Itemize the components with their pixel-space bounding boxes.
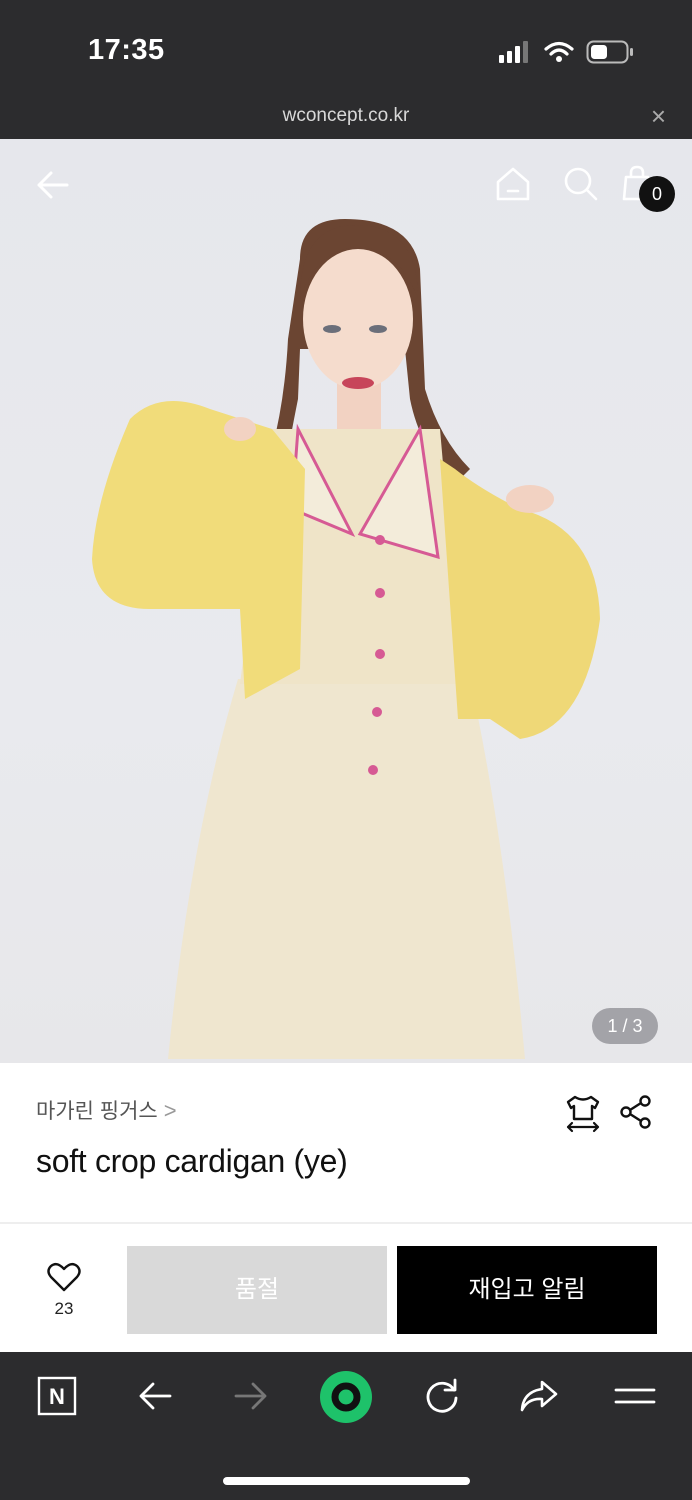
product-photo bbox=[92, 219, 600, 1059]
home-indicator bbox=[223, 1477, 470, 1485]
back-icon[interactable] bbox=[136, 1376, 174, 1416]
restock-alert-button[interactable]: 재입고 알림 bbox=[397, 1246, 657, 1334]
close-icon[interactable]: × bbox=[651, 101, 666, 132]
refresh-icon[interactable] bbox=[422, 1376, 462, 1416]
product-info: 마가린 핑거스 > soft crop cardigan (ye) bbox=[0, 1063, 692, 1223]
brand-name: 마가린 핑거스 bbox=[36, 1100, 158, 1123]
share-arrow-icon[interactable] bbox=[518, 1376, 560, 1416]
forward-icon[interactable] bbox=[232, 1376, 270, 1416]
svg-text:N: N bbox=[49, 1384, 65, 1409]
purchase-action-bar: 23 품절 재입고 알림 bbox=[0, 1224, 692, 1352]
status-icons bbox=[498, 40, 634, 64]
status-bar: 17:35 bbox=[0, 0, 692, 95]
cart-count-badge: 0 bbox=[639, 176, 675, 212]
chevron-right-icon: > bbox=[163, 1098, 177, 1123]
home-icon[interactable] bbox=[494, 165, 532, 203]
status-time: 17:35 bbox=[88, 34, 165, 66]
heart-icon bbox=[47, 1262, 81, 1292]
wifi-icon bbox=[544, 41, 574, 62]
hero-nav: 0 bbox=[0, 139, 692, 229]
soldout-button[interactable]: 품절 bbox=[127, 1246, 387, 1334]
battery-icon bbox=[586, 40, 633, 64]
url-text[interactable]: wconcept.co.kr bbox=[0, 105, 692, 127]
image-pager: 1 / 3 bbox=[592, 1008, 658, 1044]
product-name: soft crop cardigan (ye) bbox=[36, 1143, 348, 1179]
naver-home-icon[interactable]: N bbox=[37, 1376, 77, 1416]
product-image-carousel[interactable]: 0 1 / 3 bbox=[0, 139, 692, 1063]
green-dot-icon[interactable] bbox=[319, 1370, 373, 1424]
like-button[interactable]: 23 bbox=[38, 1262, 90, 1319]
search-icon[interactable] bbox=[562, 165, 600, 203]
back-arrow-icon[interactable] bbox=[33, 165, 73, 205]
brand-link[interactable]: 마가린 핑거스 > bbox=[36, 1095, 177, 1125]
menu-icon[interactable] bbox=[614, 1376, 656, 1416]
like-count: 23 bbox=[54, 1299, 74, 1318]
signal-icon bbox=[499, 41, 528, 63]
browser-url-bar: wconcept.co.kr × bbox=[0, 95, 692, 139]
size-guide-icon[interactable] bbox=[564, 1093, 602, 1133]
share-icon[interactable] bbox=[619, 1095, 653, 1129]
